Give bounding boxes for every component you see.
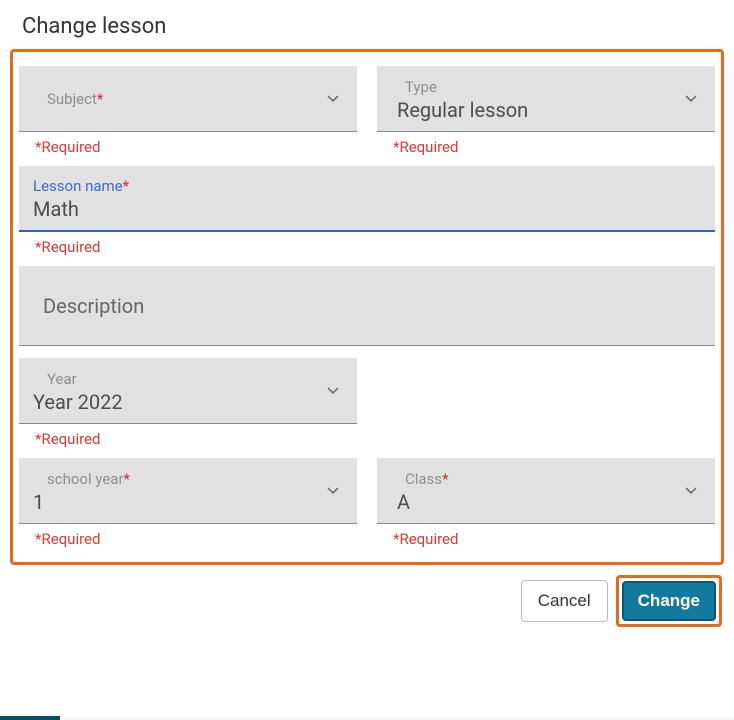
class-required-text: *Required xyxy=(377,524,715,556)
type-required-text: *Required xyxy=(377,132,715,164)
class-value: A xyxy=(391,490,701,514)
chevron-down-icon xyxy=(685,95,697,103)
year-value: Year 2022 xyxy=(33,390,343,414)
school-year-value: 1 xyxy=(33,490,343,514)
chevron-down-icon xyxy=(327,95,339,103)
description-input[interactable]: Description xyxy=(19,266,715,346)
lesson-name-input[interactable]: Lesson name* Math xyxy=(19,166,715,232)
year-required-text: *Required xyxy=(19,424,357,456)
year-select[interactable]: Year Year 2022 xyxy=(19,358,357,424)
school-year-required-text: *Required xyxy=(19,524,357,556)
change-button-highlight: Change xyxy=(616,575,722,627)
chevron-down-icon xyxy=(327,487,339,495)
lesson-name-label: Lesson name* xyxy=(33,177,701,195)
subject-required-text: *Required xyxy=(19,132,357,164)
cancel-button[interactable]: Cancel xyxy=(521,580,608,622)
chevron-down-icon xyxy=(685,487,697,495)
subject-select[interactable]: Subject* xyxy=(19,66,357,132)
type-value: Regular lesson xyxy=(391,98,701,122)
class-label: Class* xyxy=(391,470,701,488)
subject-label: Subject* xyxy=(33,90,343,108)
lesson-name-value: Math xyxy=(33,197,701,221)
class-select[interactable]: Class* A xyxy=(377,458,715,524)
change-button[interactable]: Change xyxy=(622,581,716,621)
form-highlight-area: Subject* *Required Type Regular lesson xyxy=(10,49,724,565)
school-year-select[interactable]: school year* 1 xyxy=(19,458,357,524)
type-label: Type xyxy=(391,78,701,96)
year-label: Year xyxy=(33,370,343,388)
lesson-name-required-text: *Required xyxy=(19,232,715,264)
description-label: Description xyxy=(33,294,701,318)
dialog-actions: Cancel Change xyxy=(0,565,734,627)
bottom-accent-bar xyxy=(0,716,60,720)
type-select[interactable]: Type Regular lesson xyxy=(377,66,715,132)
dialog-title: Change lesson xyxy=(0,0,734,49)
chevron-down-icon xyxy=(327,387,339,395)
school-year-label: school year* xyxy=(33,470,343,488)
change-lesson-dialog: Change lesson Subject* *Required Type xyxy=(0,0,734,718)
